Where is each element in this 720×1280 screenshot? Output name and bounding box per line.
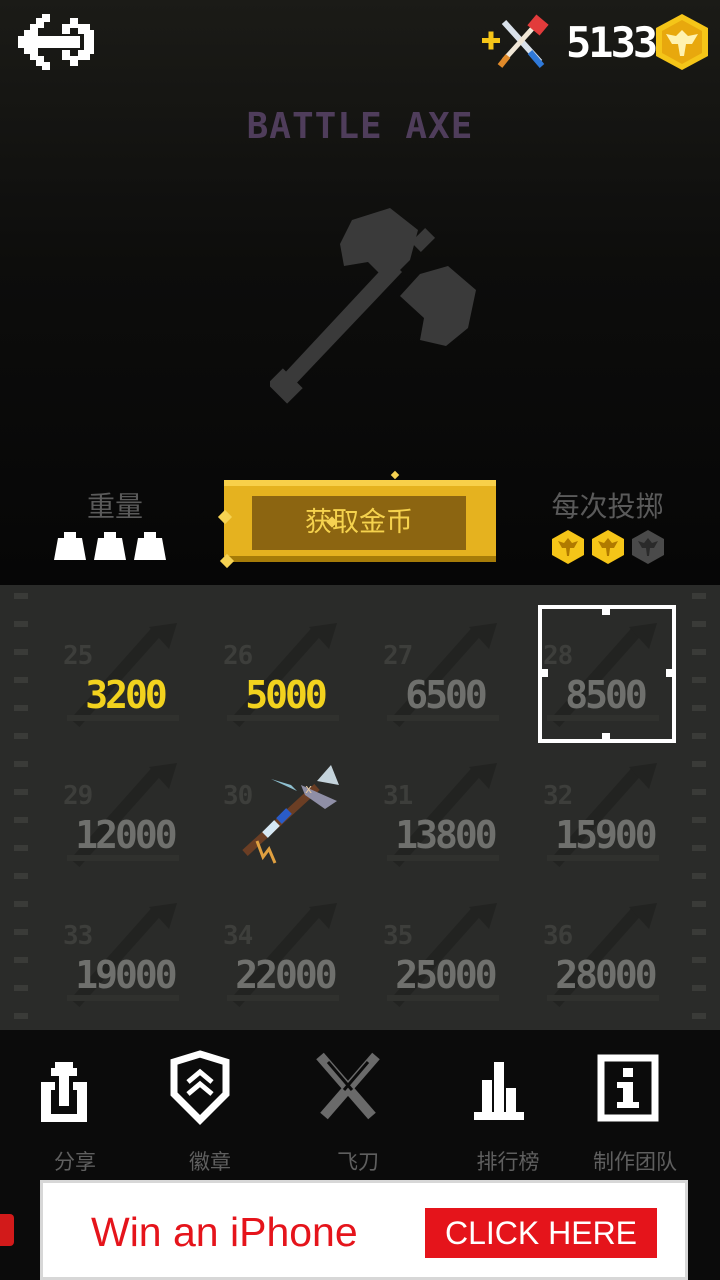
knife-slot[interactable]: 36 28000 xyxy=(525,885,685,1025)
eagle-coin-icon xyxy=(552,530,584,564)
credits-button[interactable]: 制作团队 xyxy=(560,1048,680,1178)
knife-slot[interactable]: 27 6500 xyxy=(365,605,525,745)
knife-slot-number: 32 xyxy=(543,781,573,811)
eagle-coin-icon xyxy=(656,14,708,70)
badge-shield-icon xyxy=(170,1050,230,1125)
ad-side-tab[interactable] xyxy=(0,1214,14,1246)
badges-button[interactable]: 徽章 xyxy=(135,1048,255,1178)
sparkle-icon xyxy=(390,470,400,480)
share-icon xyxy=(41,1062,87,1122)
weapon-title: BATTLE AXE xyxy=(246,106,474,147)
panel-rail-right xyxy=(692,585,720,1030)
knife-slot-number: 25 xyxy=(63,641,93,671)
knife-slot-price: 25000 xyxy=(395,953,497,997)
selection-frame[interactable] xyxy=(538,605,676,743)
knife-slot-number: 27 xyxy=(383,641,413,671)
knife-slot-price: 3200 xyxy=(85,673,168,717)
tomahawk-icon: x xyxy=(242,765,339,864)
crossed-knives-icon xyxy=(316,1052,380,1120)
badges-label: 徽章 xyxy=(189,1150,231,1174)
get-coins-label: 获取金币 xyxy=(252,496,466,550)
knife-slot-number: 31 xyxy=(383,781,413,811)
throw-reward-indicator xyxy=(552,530,664,564)
ad-banner[interactable]: Win an iPhone CLICK HERE xyxy=(40,1180,688,1280)
knife-slot-price: 6500 xyxy=(405,673,488,717)
knife-slot[interactable]: 33 19000 xyxy=(45,885,205,1025)
back-arrow-icon xyxy=(18,14,94,70)
knife-slot-price: 5000 xyxy=(245,673,328,717)
knife-slot-price: 13800 xyxy=(395,813,497,857)
svg-text:x: x xyxy=(305,782,312,796)
knife-slot-price: 19000 xyxy=(75,953,177,997)
knife-slot-number: 35 xyxy=(383,921,413,951)
knife-slot-number: 26 xyxy=(223,641,253,671)
knife-slot-price: 12000 xyxy=(75,813,177,857)
knife-slot[interactable]: 29 12000 xyxy=(45,745,205,885)
weight-icon xyxy=(54,532,86,560)
weight-icon xyxy=(134,532,166,560)
knife-shop-button[interactable] xyxy=(480,14,552,70)
eagle-coin-icon xyxy=(592,530,624,564)
weight-indicator xyxy=(54,532,166,560)
leaderboard-icon xyxy=(474,1062,524,1120)
knife-slot[interactable]: 34 22000 xyxy=(205,885,365,1025)
knife-slot-number: 33 xyxy=(63,921,93,951)
knife-slot[interactable]: 32 15900 xyxy=(525,745,685,885)
knives-label: 飞刀 xyxy=(337,1150,379,1174)
knife-slot[interactable]: 25 3200 xyxy=(45,605,205,745)
share-label: 分享 xyxy=(54,1150,96,1174)
bottom-nav: 分享 徽章 飞刀 排行榜 制作团队 xyxy=(0,1030,720,1180)
leaderboard-button[interactable]: 排行榜 xyxy=(433,1048,553,1178)
knife-slot-number: 34 xyxy=(223,921,253,951)
info-icon xyxy=(597,1054,659,1122)
knife-slot-price: 22000 xyxy=(235,953,337,997)
eagle-coin-empty-icon xyxy=(632,530,664,564)
credits-label: 制作团队 xyxy=(593,1150,677,1174)
knife-slot-number: 29 xyxy=(63,781,93,811)
knife-slot[interactable]: x 30 xyxy=(205,745,365,885)
get-coins-button[interactable]: 获取金币 xyxy=(217,470,496,569)
knife-slot-price: 28000 xyxy=(555,953,657,997)
top-area: 5133 BATTLE AXE 重量 获取金币 每次投掷 xyxy=(0,0,720,585)
ad-text: Win an iPhone xyxy=(91,1209,358,1255)
knife-slot[interactable]: 26 5000 xyxy=(205,605,365,745)
ad-click-button[interactable]: CLICK HERE xyxy=(425,1208,657,1258)
crossed-knife-axe-plus-icon xyxy=(482,14,549,68)
weight-icon xyxy=(94,532,126,560)
share-button[interactable]: 分享 xyxy=(0,1048,120,1178)
throw-reward-label: 每次投掷 xyxy=(551,490,664,523)
knife-slot[interactable]: 35 25000 xyxy=(365,885,525,1025)
coin-balance: 5133 xyxy=(566,18,658,67)
battle-axe-silhouette xyxy=(270,208,476,404)
knife-slot-number: 30 xyxy=(223,781,253,811)
back-button[interactable] xyxy=(18,14,98,70)
weight-label: 重量 xyxy=(86,490,143,523)
knife-slot[interactable]: 31 13800 xyxy=(365,745,525,885)
knives-button[interactable]: 飞刀 xyxy=(283,1048,403,1178)
panel-rail-left xyxy=(0,585,28,1030)
knife-slot-number: 36 xyxy=(543,921,573,951)
knife-slot-price: 15900 xyxy=(555,813,657,857)
